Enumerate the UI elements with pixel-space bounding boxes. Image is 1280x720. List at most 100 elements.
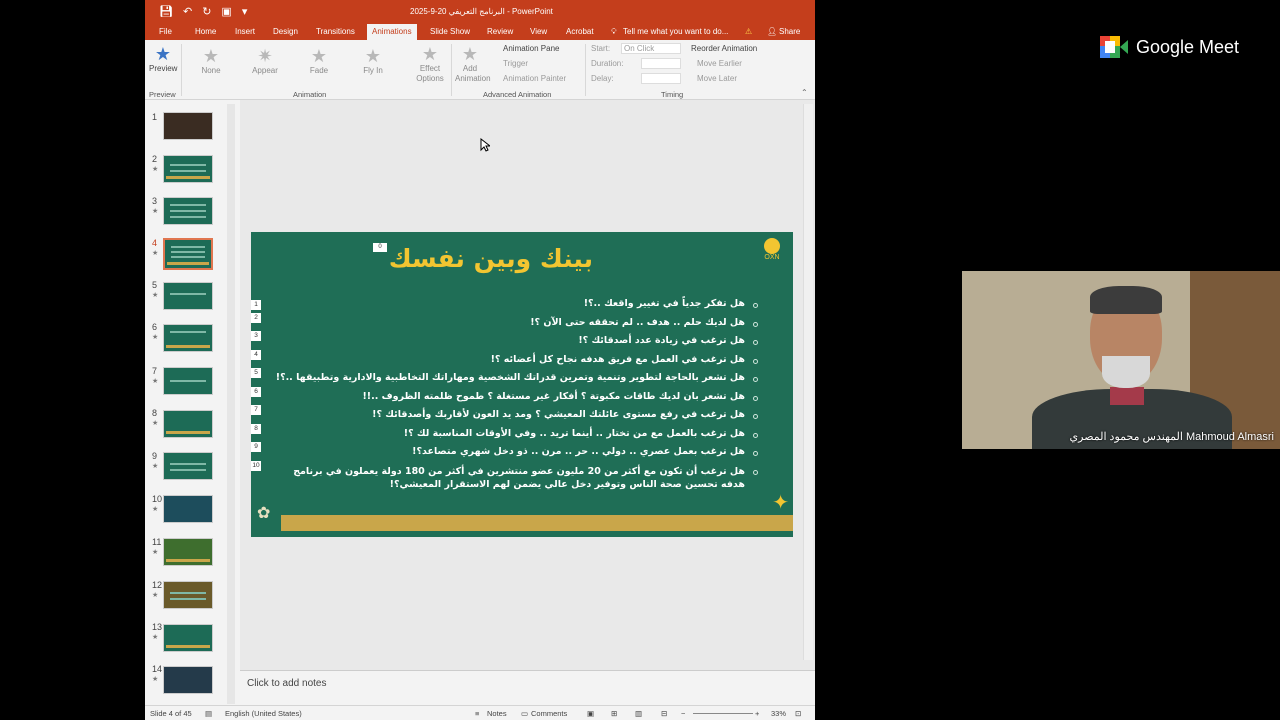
tab-slide-show[interactable]: Slide Show bbox=[430, 27, 470, 36]
zoom-in-icon[interactable]: + bbox=[755, 709, 759, 718]
start-label: Start: bbox=[591, 44, 611, 53]
slide-thumbnail-7[interactable] bbox=[163, 367, 213, 395]
title-animation-tag: 0 bbox=[373, 243, 387, 252]
tab-transitions[interactable]: Transitions bbox=[316, 27, 355, 36]
preview-button[interactable]: ★ Preview bbox=[149, 44, 177, 73]
trigger-button[interactable]: Trigger bbox=[503, 59, 528, 68]
slide-thumbnail-13[interactable] bbox=[163, 624, 213, 652]
slide-title: بينك وبين نفسك bbox=[388, 244, 593, 273]
zoom-slider[interactable] bbox=[693, 713, 753, 714]
preview-star-icon: ★ bbox=[154, 44, 172, 64]
spellcheck-icon[interactable]: ▤ bbox=[205, 709, 212, 718]
star-icon: ★ bbox=[364, 46, 382, 66]
notes-icon[interactable]: ≡ bbox=[475, 709, 479, 718]
animation-star-icon: ★ bbox=[152, 208, 159, 215]
thumb-number: 7 bbox=[152, 366, 158, 376]
tab-file[interactable]: File bbox=[159, 27, 172, 36]
zoom-level[interactable]: 33% bbox=[771, 709, 786, 718]
undo-icon[interactable]: ↶ bbox=[183, 5, 192, 18]
normal-view-icon[interactable]: ▣ bbox=[587, 709, 594, 718]
slide-thumbnail-8[interactable] bbox=[163, 410, 213, 438]
tab-review[interactable]: Review bbox=[487, 27, 513, 36]
share-button[interactable]: Share bbox=[779, 27, 800, 36]
share-icon[interactable]: 👤︎ bbox=[767, 27, 777, 36]
tab-acrobat[interactable]: Acrobat bbox=[566, 27, 594, 36]
tell-me-input[interactable]: Tell me what you want to do... bbox=[623, 27, 728, 36]
slide-thumbnail-5[interactable] bbox=[163, 282, 213, 310]
ribbon: ★ Preview Preview ★ None ✷ Appear ★ Fade ★ F… bbox=[145, 40, 815, 100]
save-icon[interactable]: 💾︎ bbox=[159, 5, 173, 18]
collapse-ribbon-icon[interactable]: ⌃ bbox=[801, 88, 808, 97]
animation-star-icon: ★ bbox=[152, 549, 159, 556]
slide-thumbnail-4[interactable] bbox=[163, 238, 213, 270]
duration-input[interactable] bbox=[641, 58, 681, 69]
sparkle-icon: ✦ bbox=[772, 492, 789, 514]
effect-options-button[interactable]: ★ Effect Options bbox=[415, 44, 445, 84]
slide-thumbnail-11[interactable] bbox=[163, 538, 213, 566]
delay-input[interactable] bbox=[641, 73, 681, 84]
move-later-button[interactable]: Move Later bbox=[697, 74, 737, 83]
comments-button[interactable]: Comments bbox=[531, 709, 567, 718]
question-8: هل ترغب بالعمل مع من تختار .. أينما تريد… bbox=[403, 428, 745, 439]
move-earlier-button[interactable]: Move Earlier bbox=[697, 59, 742, 68]
customize-icon[interactable]: ▾ bbox=[242, 5, 248, 18]
tab-design[interactable]: Design bbox=[273, 27, 298, 36]
animation-fly-in[interactable]: ★ Fly In bbox=[357, 46, 389, 75]
tab-home[interactable]: Home bbox=[195, 27, 216, 36]
preview-group-label: Preview bbox=[149, 90, 176, 99]
redo-icon[interactable]: ↻ bbox=[202, 5, 211, 18]
animation-painter-button[interactable]: Animation Painter bbox=[503, 74, 566, 83]
slide-canvas[interactable]: 0 بينك وبين نفسك OXN 1 هل تفكر جدياً في … bbox=[251, 232, 793, 537]
reading-view-icon[interactable]: ▥ bbox=[635, 709, 642, 718]
bullet-icon bbox=[753, 377, 758, 382]
notes-pane[interactable]: Click to add notes bbox=[240, 670, 815, 706]
zoom-out-icon[interactable]: − bbox=[681, 709, 685, 718]
meet-brand-name: Google Meet bbox=[1136, 36, 1240, 57]
thumb-number: 3 bbox=[152, 196, 158, 206]
add-animation-button[interactable]: ★ Add Animation bbox=[455, 44, 491, 84]
editor-scrollbar[interactable] bbox=[803, 104, 813, 660]
star-icon: ★ bbox=[421, 44, 439, 64]
slide-thumbnail-6[interactable] bbox=[163, 324, 213, 352]
animation-star-icon: ★ bbox=[152, 250, 159, 257]
slide-thumbnail-2[interactable] bbox=[163, 155, 213, 183]
slide-thumbnail-10[interactable] bbox=[163, 495, 213, 523]
bullet-icon bbox=[753, 451, 758, 456]
slideshow-view-icon[interactable]: ⊟ bbox=[661, 709, 667, 718]
question-4: هل ترغب في العمل مع فريق هدفه نجاح كل أع… bbox=[490, 354, 745, 365]
tab-insert[interactable]: Insert bbox=[235, 27, 255, 36]
comments-icon[interactable]: ▭ bbox=[521, 709, 528, 718]
notes-button[interactable]: Notes bbox=[487, 709, 507, 718]
slide-thumbnail-9[interactable] bbox=[163, 452, 213, 480]
animation-fade[interactable]: ★ Fade bbox=[305, 46, 333, 75]
reorder-label: Reorder Animation bbox=[691, 44, 758, 53]
slideshow-icon[interactable]: ▣ bbox=[221, 5, 231, 18]
slide-thumbnail-14[interactable] bbox=[163, 666, 213, 694]
start-dropdown[interactable]: On Click bbox=[621, 43, 681, 54]
slide-thumbnail-3[interactable] bbox=[163, 197, 213, 225]
animation-appear[interactable]: ✷ Appear bbox=[249, 46, 281, 75]
slide-thumbnail-1[interactable] bbox=[163, 112, 213, 140]
animation-star-icon: ★ bbox=[152, 506, 159, 513]
slide-thumbnail-12[interactable] bbox=[163, 581, 213, 609]
animation-tag: 1 bbox=[251, 300, 261, 310]
animation-tag: 7 bbox=[251, 405, 261, 415]
language-indicator[interactable]: English (United States) bbox=[225, 709, 302, 718]
animation-pane-button[interactable]: Animation Pane bbox=[503, 44, 559, 53]
fit-to-window-icon[interactable]: ⊡ bbox=[795, 709, 801, 718]
participant-video-tile[interactable]: المهندس محمود المصري Mahmoud Almasri bbox=[962, 271, 1280, 449]
question-1: هل تفكر جدياً في تغيير واقعك ..؟! bbox=[583, 298, 745, 309]
bullet-icon bbox=[753, 340, 758, 345]
thumb-number: 8 bbox=[152, 408, 158, 418]
animation-none[interactable]: ★ None bbox=[197, 46, 225, 75]
divider bbox=[585, 44, 586, 96]
tab-animations[interactable]: Animations bbox=[367, 24, 417, 40]
tab-view[interactable]: View bbox=[530, 27, 547, 36]
thumbnails-scrollbar[interactable] bbox=[227, 104, 235, 704]
warning-icon: ⚠ bbox=[745, 27, 753, 36]
slide-sorter-icon[interactable]: ⊞ bbox=[611, 709, 617, 718]
bullet-icon bbox=[753, 359, 758, 364]
thumb-number: 4 bbox=[152, 238, 158, 248]
animation-star-icon: ★ bbox=[152, 334, 159, 341]
mouse-cursor-icon bbox=[480, 138, 490, 152]
